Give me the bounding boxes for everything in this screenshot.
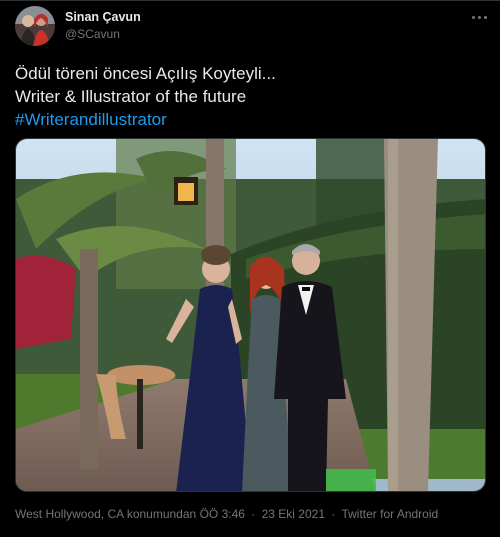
tweet-text: Ödül töreni öncesi Açılış Koyteyli... Wr… [15, 62, 485, 131]
time-link[interactable]: ÖÖ 3:46 [200, 507, 245, 521]
location-link[interactable]: West Hollywood, CA konumundan [15, 507, 196, 521]
tweet-meta: West Hollywood, CA konumundan ÖÖ 3:46 · … [15, 507, 438, 521]
tweet-text-line: Writer & Illustrator of the future [15, 87, 247, 106]
separator: · [251, 507, 256, 521]
author-name[interactable]: Sinan Çavun [65, 10, 141, 24]
tweet-text-line: Ödül töreni öncesi Açılış Koyteyli... [15, 64, 276, 83]
more-icon [470, 15, 488, 19]
tweet-photo[interactable] [15, 138, 486, 492]
date-link[interactable]: 23 Eki 2021 [262, 507, 325, 521]
photo-image [16, 139, 485, 491]
avatar[interactable] [15, 6, 55, 46]
hashtag-link[interactable]: #Writerandillustrator [15, 108, 485, 131]
author-handle[interactable]: @SCavun [65, 27, 120, 41]
tweet-card[interactable]: Sinan Çavun @SCavun Ödül töreni öncesi A… [0, 0, 500, 537]
source-link[interactable]: Twitter for Android [341, 507, 438, 521]
avatar-image [15, 6, 55, 46]
more-button[interactable] [468, 8, 490, 26]
separator: · [331, 507, 336, 521]
divider [0, 0, 500, 1]
